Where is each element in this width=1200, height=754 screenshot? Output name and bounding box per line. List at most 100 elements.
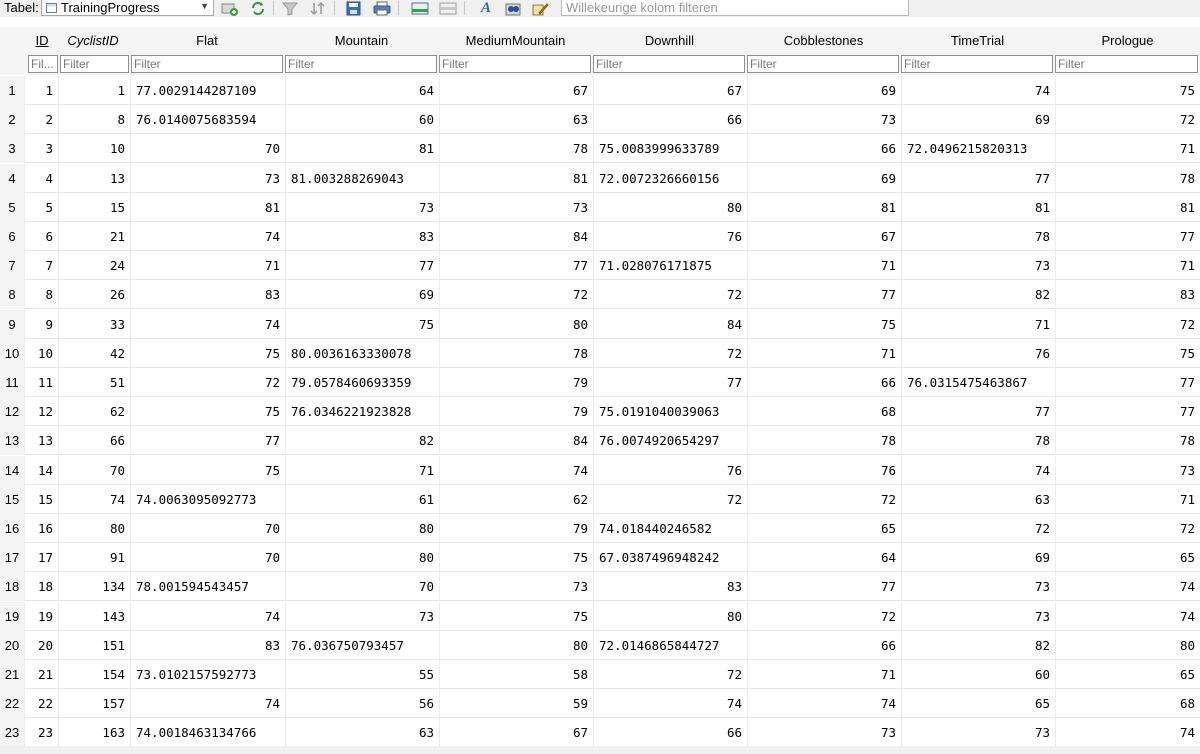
table-cell[interactable]: 73 <box>1055 455 1200 485</box>
table-cell[interactable]: 70 <box>130 543 285 573</box>
find-icon[interactable] <box>503 0 523 16</box>
table-cell[interactable]: 51 <box>58 368 130 397</box>
table-cell[interactable]: 78 <box>747 426 901 456</box>
table-row[interactable]: 9 9 33 74 75 80 84 75 71 72 <box>0 309 1200 339</box>
table-cell[interactable]: 81.003288269043 <box>285 163 439 193</box>
table-cell[interactable]: 69 <box>747 163 901 193</box>
filter-input-cyclistid[interactable]: Filter <box>60 55 129 73</box>
table-cell[interactable]: 73.0102157592773 <box>130 660 285 689</box>
table-cell[interactable]: 77 <box>593 368 747 397</box>
filter-input-mountain[interactable]: Filter <box>285 55 437 73</box>
table-cell[interactable]: 81 <box>130 192 285 222</box>
table-row[interactable]: 7 7 24 71 77 77 71.028076171875 71 73 71 <box>0 251 1200 281</box>
table-cell[interactable]: 80.0036163330078 <box>285 338 439 368</box>
table-cell[interactable]: 77 <box>747 572 901 602</box>
table-row[interactable]: 11 11 51 72 79.0578460693359 79 77 66 76.0315475… <box>0 368 1200 397</box>
table-cell[interactable]: 72 <box>747 484 901 514</box>
table-cell[interactable]: 73 <box>901 572 1055 602</box>
table-cell[interactable]: 72.0496215820313 <box>901 134 1055 164</box>
row-number[interactable]: 5 <box>0 192 24 222</box>
table-cell[interactable]: 82 <box>285 426 439 456</box>
table-row[interactable]: 3 3 10 70 81 78 75.0083999633789 66 72.049621582… <box>0 134 1200 164</box>
table-cell[interactable]: 81 <box>901 192 1055 222</box>
table-cell[interactable]: 78.001594543457 <box>130 572 285 602</box>
table-cell[interactable]: 13 <box>58 163 130 193</box>
edit-icon[interactable] <box>530 0 550 16</box>
table-cell[interactable]: 77 <box>901 397 1055 427</box>
table-cell[interactable]: 74 <box>1055 601 1200 631</box>
table-cell[interactable]: 74.018440246582 <box>593 514 747 543</box>
table-cell[interactable]: 22 <box>24 689 58 719</box>
table-cell[interactable]: 13 <box>24 426 58 456</box>
table-cell[interactable]: 83 <box>593 572 747 602</box>
table-cell[interactable]: 74 <box>130 222 285 251</box>
table-cell[interactable]: 163 <box>58 718 130 748</box>
table-cell[interactable]: 8 <box>58 105 130 135</box>
table-cell[interactable]: 76.0074920654297 <box>593 426 747 456</box>
table-cell[interactable]: 77 <box>130 426 285 456</box>
filter-input-prologue[interactable]: Filter <box>1055 55 1198 73</box>
table-cell[interactable]: 84 <box>439 222 593 251</box>
table-cell[interactable]: 74 <box>439 455 593 485</box>
table-cell[interactable]: 69 <box>747 76 901 105</box>
table-cell[interactable]: 80 <box>285 514 439 543</box>
table-cell[interactable]: 68 <box>1055 689 1200 719</box>
table-cell[interactable]: 66 <box>747 134 901 164</box>
filter-input-cobblestones[interactable]: Filter <box>747 55 899 73</box>
table-row[interactable]: 1 1 1 77.0029144287109 64 67 67 69 74 75 <box>0 76 1200 105</box>
table-cell[interactable]: 73 <box>901 601 1055 631</box>
table-cell[interactable]: 74.0018463134766 <box>130 718 285 748</box>
table-row[interactable]: 4 4 13 73 81.003288269043 81 72.0072326660156 6… <box>0 163 1200 193</box>
table-cell[interactable]: 74 <box>130 309 285 339</box>
table-cell[interactable]: 76.0315475463867 <box>901 368 1055 397</box>
table-cell[interactable]: 11 <box>24 368 58 397</box>
column-header-prologue[interactable]: Prologue <box>1055 27 1200 53</box>
table-cell[interactable]: 82 <box>901 280 1055 310</box>
table-row[interactable]: 19 19 143 74 73 75 80 72 73 74 <box>0 601 1200 631</box>
row-number[interactable]: 10 <box>0 338 24 368</box>
filter-input-downhill[interactable]: Filter <box>593 55 745 73</box>
clear-filters-icon[interactable] <box>280 0 300 16</box>
table-cell[interactable]: 83 <box>1055 280 1200 310</box>
table-cell[interactable]: 74.0063095092773 <box>130 484 285 514</box>
table-cell[interactable]: 74 <box>593 689 747 719</box>
table-cell[interactable]: 10 <box>58 134 130 164</box>
table-cell[interactable]: 134 <box>58 572 130 602</box>
table-cell[interactable]: 71 <box>747 660 901 689</box>
table-cell[interactable]: 33 <box>58 309 130 339</box>
row-number[interactable]: 11 <box>0 368 24 397</box>
table-cell[interactable]: 64 <box>747 543 901 573</box>
table-cell[interactable]: 61 <box>285 484 439 514</box>
table-cell[interactable]: 6 <box>24 222 58 251</box>
table-cell[interactable]: 77 <box>1055 222 1200 251</box>
table-cell[interactable]: 78 <box>901 222 1055 251</box>
table-cell[interactable]: 76 <box>593 455 747 485</box>
row-number[interactable]: 9 <box>0 309 24 339</box>
table-cell[interactable]: 12 <box>24 397 58 427</box>
table-row[interactable]: 18 18 134 78.001594543457 70 73 83 77 73 74 <box>0 572 1200 602</box>
row-number[interactable]: 20 <box>0 630 24 660</box>
table-row[interactable]: 17 17 91 70 80 75 67.0387496948242 64 69 65 <box>0 543 1200 573</box>
row-number[interactable]: 14 <box>0 455 24 485</box>
table-cell[interactable]: 73 <box>747 105 901 135</box>
table-cell[interactable]: 73 <box>285 192 439 222</box>
table-cell[interactable]: 72.0146865844727 <box>593 630 747 660</box>
table-cell[interactable]: 83 <box>130 630 285 660</box>
table-cell[interactable]: 83 <box>285 222 439 251</box>
table-row[interactable]: 10 10 42 75 80.0036163330078 78 72 71 76 75 <box>0 338 1200 368</box>
row-number[interactable]: 4 <box>0 163 24 193</box>
table-cell[interactable]: 65 <box>1055 543 1200 573</box>
table-cell[interactable]: 42 <box>58 338 130 368</box>
row-number[interactable]: 23 <box>0 718 24 748</box>
table-cell[interactable]: 80 <box>593 601 747 631</box>
print-icon[interactable] <box>372 0 392 16</box>
row-number[interactable]: 17 <box>0 543 24 573</box>
filter-input-timetrial[interactable]: Filter <box>901 55 1053 73</box>
table-cell[interactable]: 10 <box>24 338 58 368</box>
table-cell[interactable]: 1 <box>58 76 130 105</box>
column-header-cyclistid[interactable]: CyclistID <box>58 27 128 53</box>
table-cell[interactable]: 79 <box>439 514 593 543</box>
table-cell[interactable]: 72 <box>593 280 747 310</box>
table-cell[interactable]: 75 <box>130 338 285 368</box>
row-number[interactable]: 15 <box>0 484 24 514</box>
